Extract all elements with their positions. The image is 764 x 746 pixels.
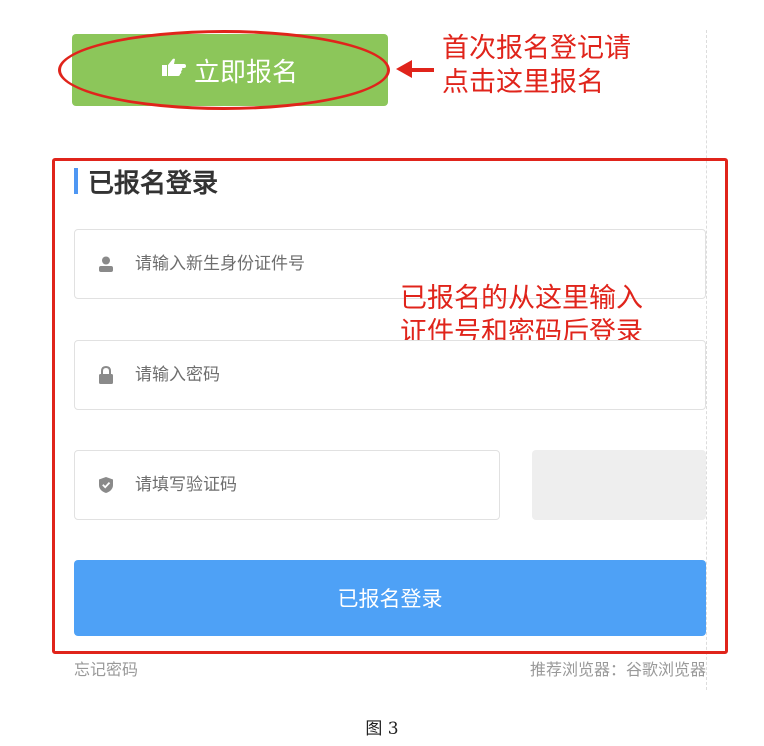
login-button[interactable]: 已报名登录 [74,560,706,636]
forgot-password-link[interactable]: 忘记密码 [74,656,138,680]
browser-hint: 推荐浏览器：谷歌浏览器 [529,660,706,679]
signup-annotation: 首次报名登记请 点击这里报名 [442,33,631,98]
shield-icon [97,476,115,494]
signup-highlight-ellipse [58,30,390,110]
password-input[interactable] [133,364,437,386]
login-section-title: 已报名登录 [74,163,218,200]
id-number-input[interactable] [133,253,437,275]
title-accent-bar [74,168,78,194]
user-icon [97,255,115,273]
captcha-input[interactable] [133,474,437,496]
captcha-image[interactable] [532,450,706,520]
captcha-field [74,450,500,520]
figure-caption: 图 3 [365,719,399,739]
annotation-arrow [396,60,436,78]
login-section-title-text: 已报名登录 [88,169,219,199]
password-field [74,340,706,410]
lock-icon [97,366,115,384]
